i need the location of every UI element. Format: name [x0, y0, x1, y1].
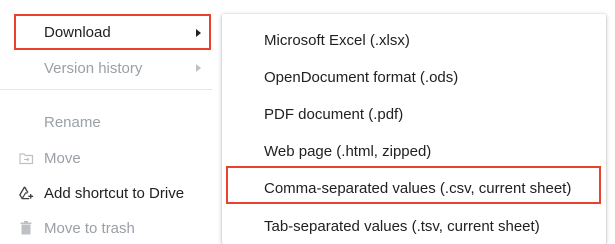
submenu-arrow-icon	[196, 28, 201, 37]
menu-item-label: Download	[44, 24, 111, 41]
download-option-tsv[interactable]: Tab-separated values (.tsv, current shee…	[222, 209, 606, 243]
menu-item-rename[interactable]: Rename	[0, 104, 212, 140]
download-option-label: Microsoft Excel (.xlsx)	[264, 31, 410, 49]
download-option-label: Tab-separated values (.tsv, current shee…	[264, 217, 540, 235]
menu-item-move[interactable]: Move	[0, 140, 212, 176]
download-submenu: Microsoft Excel (.xlsx) OpenDocument for…	[222, 14, 606, 244]
download-option-ods[interactable]: OpenDocument format (.ods)	[222, 60, 606, 94]
folder-move-icon	[18, 150, 34, 166]
add-shortcut-icon	[18, 185, 34, 201]
menu-item-add-shortcut[interactable]: Add shortcut to Drive	[0, 175, 212, 211]
download-option-pdf[interactable]: PDF document (.pdf)	[222, 97, 606, 131]
menu-separator	[0, 89, 212, 90]
menu-item-label: Add shortcut to Drive	[44, 184, 185, 202]
download-option-csv[interactable]: Comma-separated values (.csv, current sh…	[222, 171, 606, 205]
download-option-label: Web page (.html, zipped)	[264, 142, 432, 160]
trash-icon	[18, 220, 34, 236]
download-option-html[interactable]: Web page (.html, zipped)	[222, 134, 606, 168]
download-option-label: OpenDocument format (.ods)	[264, 68, 459, 86]
menu-item-version-history[interactable]: Version history	[0, 50, 212, 86]
menu-item-download[interactable]: Download	[0, 15, 212, 50]
file-menu: Download Version history Rename Move Add…	[0, 0, 212, 244]
menu-item-move-to-trash[interactable]: Move to trash	[0, 210, 212, 244]
submenu-arrow-icon	[196, 64, 201, 72]
download-option-label: PDF document (.pdf)	[264, 105, 404, 123]
sheets-menu-screenshot: Download Version history Rename Move Add…	[0, 0, 615, 244]
menu-item-label: Rename	[44, 113, 101, 131]
menu-item-label: Move to trash	[44, 219, 135, 237]
download-option-label: Comma-separated values (.csv, current sh…	[264, 179, 572, 197]
download-option-xlsx[interactable]: Microsoft Excel (.xlsx)	[222, 23, 606, 57]
menu-item-label: Version history	[44, 59, 143, 77]
menu-item-label: Move	[44, 149, 81, 167]
